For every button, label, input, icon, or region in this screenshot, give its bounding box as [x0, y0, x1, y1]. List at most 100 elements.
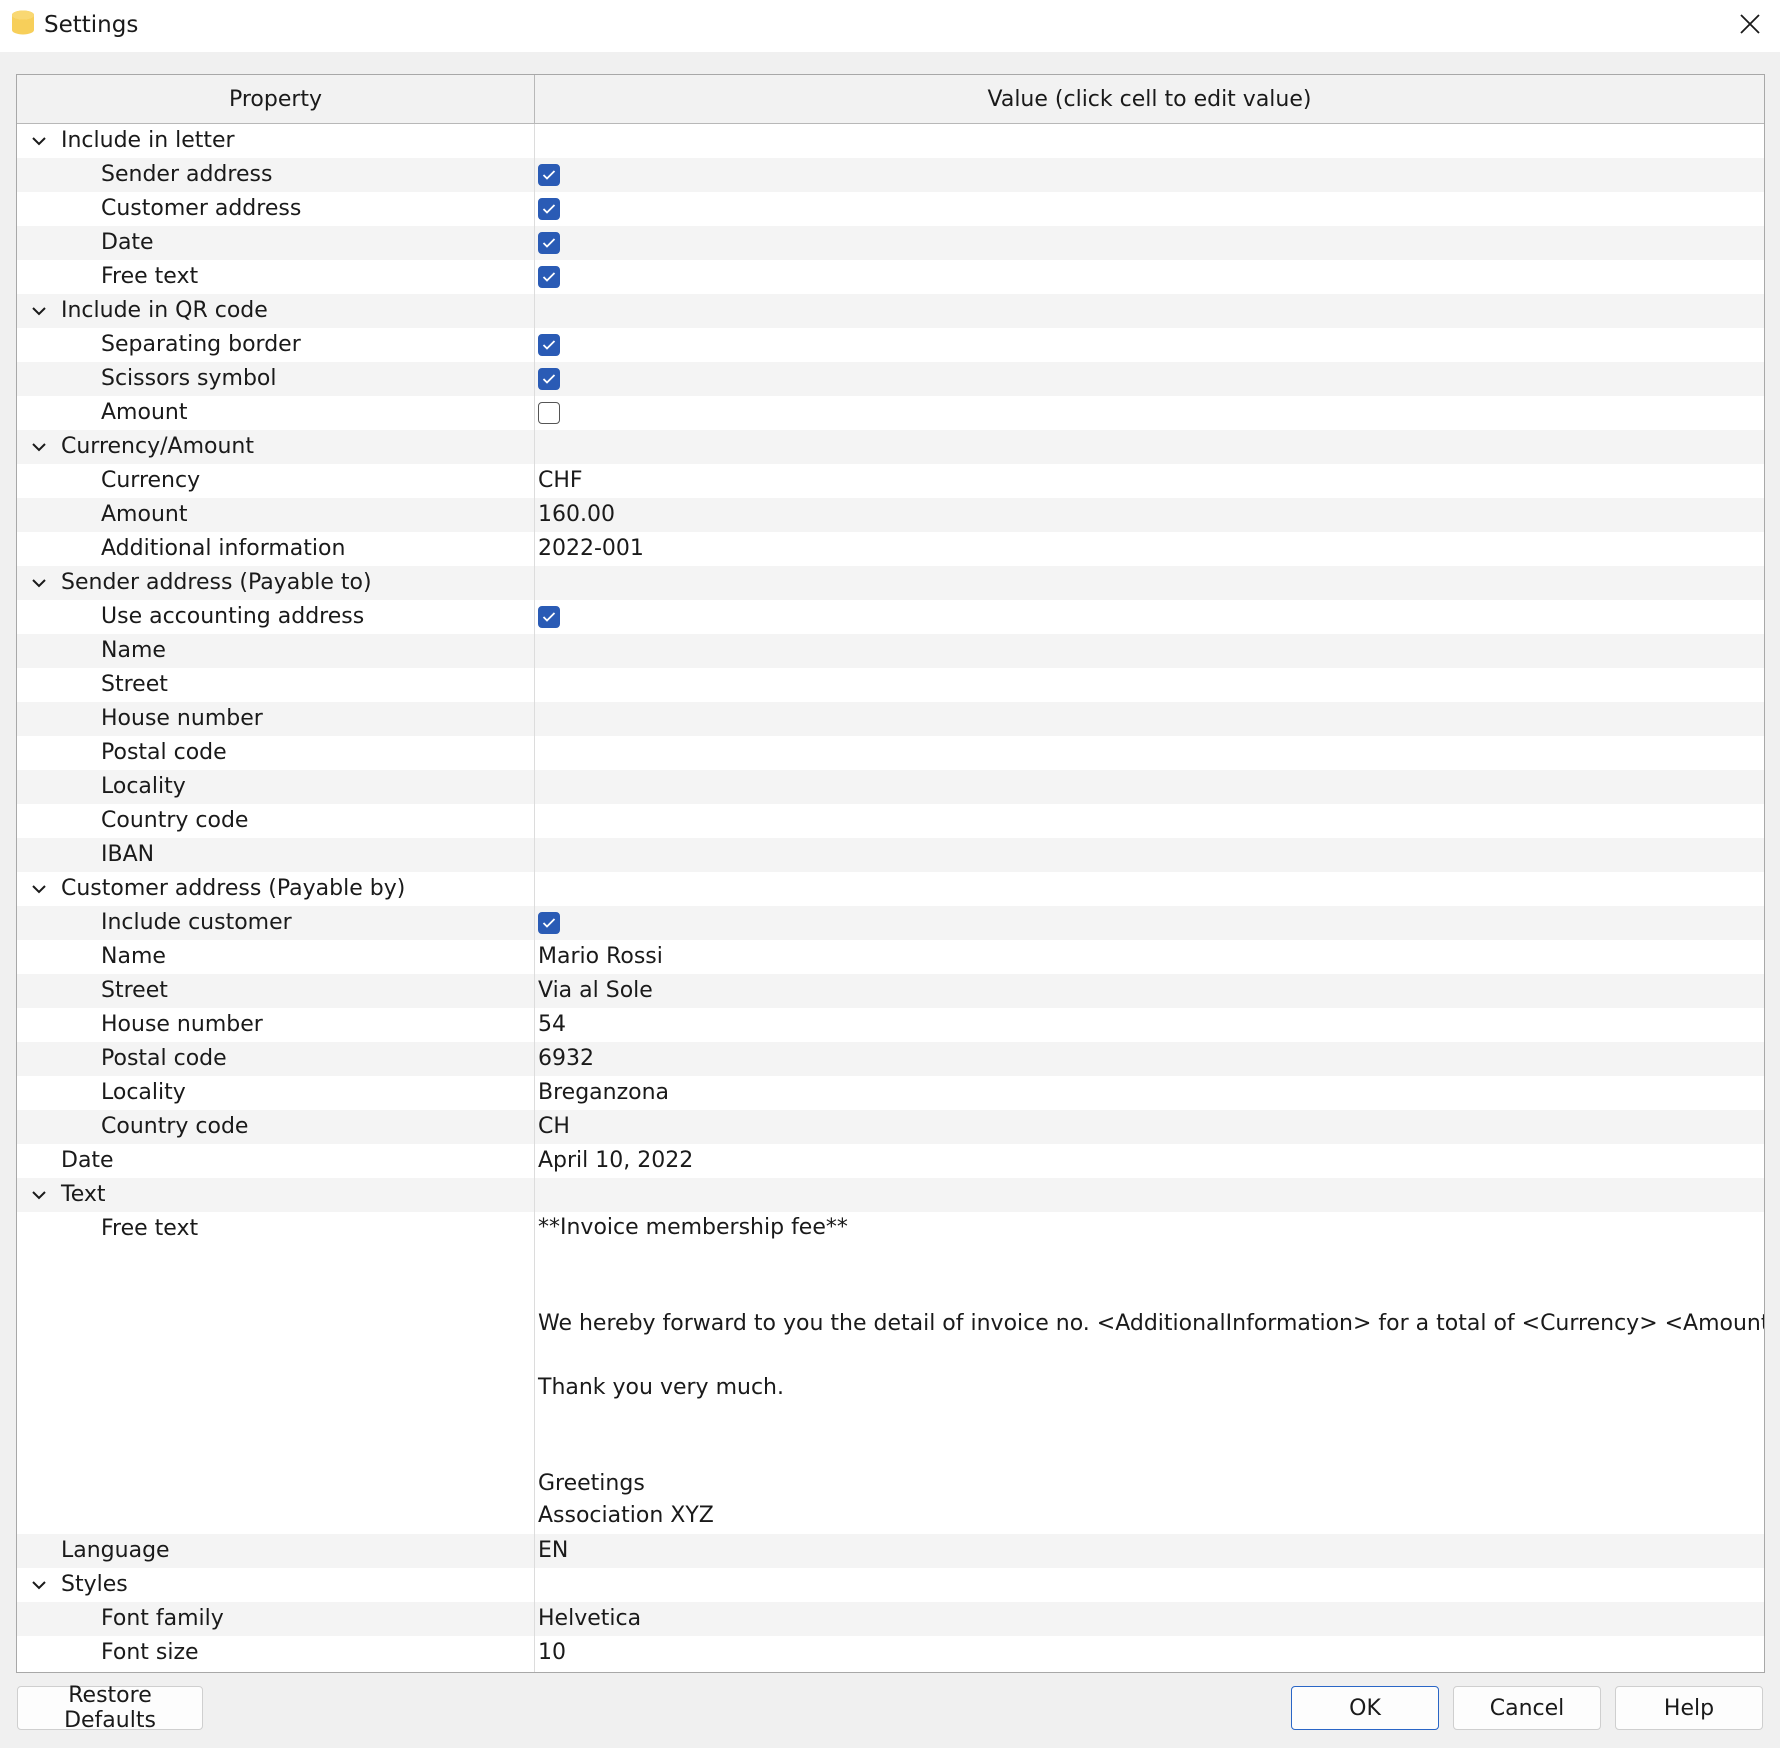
value-cell[interactable]: 2022-001: [534, 532, 1764, 566]
chevron-down-icon[interactable]: [29, 1178, 49, 1212]
property-cell[interactable]: Date: [17, 226, 534, 260]
value-cell[interactable]: [534, 328, 1764, 362]
column-header-value[interactable]: Value (click cell to edit value): [535, 75, 1764, 123]
close-button[interactable]: [1720, 0, 1780, 48]
chevron-down-icon[interactable]: [29, 566, 49, 600]
grid-row: Separating border: [17, 328, 1764, 362]
property-cell[interactable]: Use accounting address: [17, 600, 534, 634]
property-cell[interactable]: Font size: [17, 1636, 534, 1670]
property-cell[interactable]: Currency/Amount: [17, 430, 534, 464]
value-cell[interactable]: CH: [534, 1110, 1764, 1144]
property-cell[interactable]: House number: [17, 1008, 534, 1042]
value-cell[interactable]: 54: [534, 1008, 1764, 1042]
value-cell[interactable]: [534, 600, 1764, 634]
property-cell[interactable]: Country code: [17, 804, 534, 838]
value-cell[interactable]: [534, 736, 1764, 770]
grid-row: Street: [17, 668, 1764, 702]
value-cell[interactable]: CHF: [534, 464, 1764, 498]
checkbox-unchecked[interactable]: [538, 402, 560, 424]
value-cell[interactable]: [534, 906, 1764, 940]
property-cell[interactable]: Include in letter: [17, 124, 534, 158]
free-text-line: Thank you very much.: [538, 1375, 784, 1400]
property-cell[interactable]: Include customer: [17, 906, 534, 940]
checkbox-checked[interactable]: [538, 232, 560, 254]
value-cell[interactable]: Helvetica: [534, 1602, 1764, 1636]
value-cell[interactable]: EN: [534, 1534, 1764, 1568]
property-label: Locality: [101, 774, 186, 799]
value-cell[interactable]: [534, 770, 1764, 804]
ok-button[interactable]: OK: [1291, 1686, 1439, 1730]
chevron-down-icon[interactable]: [29, 294, 49, 328]
value-cell[interactable]: 6932: [534, 1042, 1764, 1076]
property-cell[interactable]: Sender address: [17, 158, 534, 192]
value-cell[interactable]: Mario Rossi: [534, 940, 1764, 974]
property-cell[interactable]: Date: [17, 1144, 534, 1178]
checkbox-checked[interactable]: [538, 164, 560, 186]
chevron-down-icon[interactable]: [29, 1568, 49, 1602]
restore-defaults-button[interactable]: Restore Defaults: [17, 1683, 203, 1733]
value-cell[interactable]: April 10, 2022: [534, 1144, 1764, 1178]
chevron-down-icon[interactable]: [29, 430, 49, 464]
property-cell[interactable]: Street: [17, 668, 534, 702]
property-cell[interactable]: Sender address (Payable to): [17, 566, 534, 600]
checkbox-checked[interactable]: [538, 334, 560, 356]
property-cell[interactable]: Postal code: [17, 1042, 534, 1076]
property-cell[interactable]: Locality: [17, 770, 534, 804]
property-cell[interactable]: Postal code: [17, 736, 534, 770]
value-cell[interactable]: [534, 702, 1764, 736]
checkbox-checked[interactable]: [538, 198, 560, 220]
value-text: CHF: [538, 468, 583, 493]
checkbox-checked[interactable]: [538, 912, 560, 934]
property-cell[interactable]: Separating border: [17, 328, 534, 362]
column-header-property[interactable]: Property: [17, 75, 535, 123]
value-cell[interactable]: [534, 192, 1764, 226]
property-cell[interactable]: Street: [17, 974, 534, 1008]
checkbox-checked[interactable]: [538, 606, 560, 628]
value-cell[interactable]: **Invoice membership fee** We hereby forw…: [534, 1212, 1764, 1534]
value-cell[interactable]: [534, 226, 1764, 260]
property-cell[interactable]: Amount: [17, 396, 534, 430]
help-button[interactable]: Help: [1615, 1686, 1763, 1730]
property-cell[interactable]: House number: [17, 702, 534, 736]
property-cell[interactable]: Text: [17, 1178, 534, 1212]
property-label: Currency/Amount: [61, 434, 254, 459]
property-cell[interactable]: Country code: [17, 1110, 534, 1144]
checkbox-checked[interactable]: [538, 266, 560, 288]
property-cell[interactable]: Amount: [17, 498, 534, 532]
chevron-down-icon[interactable]: [29, 872, 49, 906]
property-cell[interactable]: Scissors symbol: [17, 362, 534, 396]
property-cell[interactable]: Styles: [17, 1568, 534, 1602]
value-cell[interactable]: 10: [534, 1636, 1764, 1670]
value-cell[interactable]: 160.00: [534, 498, 1764, 532]
property-cell[interactable]: Additional information: [17, 532, 534, 566]
value-cell[interactable]: [534, 634, 1764, 668]
property-label: Street: [101, 978, 168, 1003]
property-cell[interactable]: Customer address (Payable by): [17, 872, 534, 906]
value-cell[interactable]: [534, 396, 1764, 430]
value-cell[interactable]: Breganzona: [534, 1076, 1764, 1110]
property-label: Free text: [101, 264, 199, 289]
property-cell[interactable]: Include in QR code: [17, 294, 534, 328]
button-bar: Restore Defaults OK Cancel Help: [0, 1683, 1780, 1748]
property-cell[interactable]: IBAN: [17, 838, 534, 872]
value-cell[interactable]: [534, 804, 1764, 838]
value-cell[interactable]: [534, 668, 1764, 702]
value-cell[interactable]: Via al Sole: [534, 974, 1764, 1008]
property-cell[interactable]: Free text: [17, 260, 534, 294]
value-cell[interactable]: [534, 362, 1764, 396]
property-cell[interactable]: Font family: [17, 1602, 534, 1636]
value-cell[interactable]: [534, 260, 1764, 294]
property-cell[interactable]: Currency: [17, 464, 534, 498]
value-cell[interactable]: [534, 158, 1764, 192]
cancel-button[interactable]: Cancel: [1453, 1686, 1601, 1730]
checkbox-checked[interactable]: [538, 368, 560, 390]
property-cell[interactable]: Locality: [17, 1076, 534, 1110]
chevron-down-icon[interactable]: [29, 124, 49, 158]
property-cell[interactable]: Language: [17, 1534, 534, 1568]
property-cell[interactable]: Name: [17, 940, 534, 974]
value-cell[interactable]: [534, 838, 1764, 872]
property-cell[interactable]: Name: [17, 634, 534, 668]
property-cell[interactable]: Customer address: [17, 192, 534, 226]
grid-row: Font family Helvetica: [17, 1602, 1764, 1636]
property-cell[interactable]: Free text: [17, 1212, 534, 1534]
